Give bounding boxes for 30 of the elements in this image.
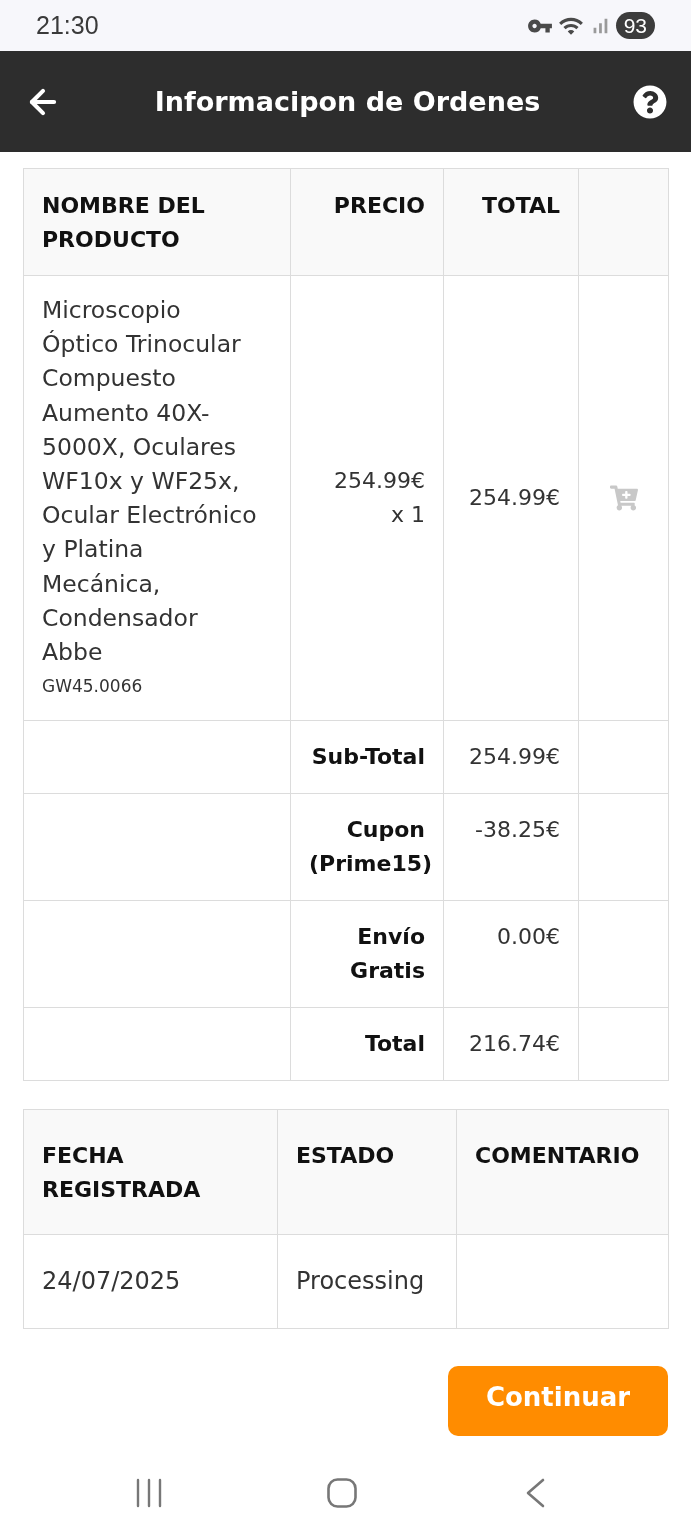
home-icon[interactable] bbox=[326, 1477, 357, 1508]
summary-value: 254.99€ bbox=[469, 744, 560, 770]
summary-label: Cupon (Prime15) bbox=[309, 817, 433, 877]
quantity: x 1 bbox=[390, 501, 425, 530]
page-title: Informacipon de Ordenes bbox=[154, 86, 541, 117]
registered-date: 24/07/2025 bbox=[42, 1267, 181, 1296]
column-header: NOMBRE DEL PRODUCTO bbox=[42, 193, 205, 252]
column-header: PRECIO bbox=[333, 193, 425, 218]
back-icon[interactable] bbox=[524, 1477, 545, 1508]
summary-value: -38.25€ bbox=[475, 817, 560, 843]
status-time: 21:30 bbox=[36, 11, 99, 40]
column-header: TOTAL bbox=[481, 193, 560, 218]
column-header: FECHA REGISTRADA bbox=[42, 1143, 201, 1203]
summary-label: Total bbox=[364, 1031, 425, 1057]
help-button[interactable] bbox=[633, 84, 667, 119]
help-icon bbox=[633, 84, 667, 119]
summary-label: Sub-Total bbox=[311, 744, 425, 770]
battery-indicator: 93 bbox=[615, 12, 655, 39]
product-name: Microscopio Óptico Trinocular Compuesto Aumento 40X-5000X, Oculares WF10x y WF25x, Ocular Electrónico y Platina Mecánica, Condensador Abbe bbox=[42, 295, 258, 669]
summary-label: Envío Gratis bbox=[350, 924, 425, 984]
summary-value: 0.00€ bbox=[497, 924, 560, 950]
cart-plus-icon bbox=[609, 484, 638, 513]
summary-value: 216.74€ bbox=[469, 1031, 560, 1057]
column-header: ESTADO bbox=[296, 1143, 395, 1169]
continue-button[interactable]: Continuar bbox=[448, 1366, 668, 1437]
order-status: Processing bbox=[296, 1267, 425, 1296]
line-total: 254.99€ bbox=[469, 485, 560, 511]
column-header: COMENTARIO bbox=[475, 1143, 640, 1169]
unit-price: 254.99€ bbox=[333, 467, 425, 496]
product-sku: GW45.0066 bbox=[42, 675, 144, 699]
